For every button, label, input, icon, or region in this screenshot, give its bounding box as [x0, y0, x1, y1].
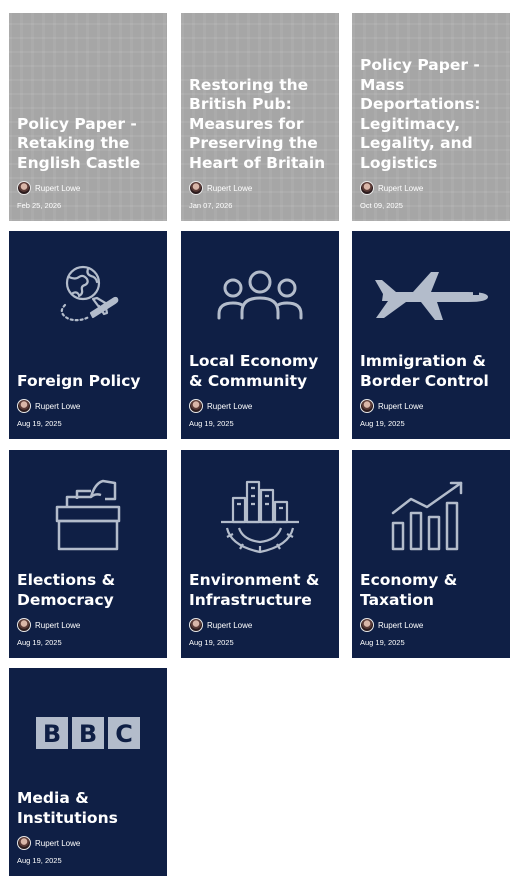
card-author: Rupert Lowe [189, 181, 252, 195]
card-date: Aug 19, 2025 [17, 638, 62, 647]
policy-card-grid: Policy Paper - Retaking the English Cast… [0, 0, 517, 876]
author-name: Rupert Lowe [35, 401, 81, 411]
topic-card-foreign-policy[interactable]: Foreign Policy Rupert Lowe Aug 19, 2025 [9, 231, 167, 439]
policy-card-british-pub[interactable]: Restoring the British Pub: Measures for … [181, 13, 339, 221]
bbc-logo-icon: B B C [9, 694, 167, 772]
policy-card-english-castle[interactable]: Policy Paper - Retaking the English Cast… [9, 13, 167, 221]
author-avatar [360, 618, 374, 632]
author-avatar [17, 181, 31, 195]
author-avatar [189, 181, 203, 195]
card-date: Aug 19, 2025 [360, 638, 405, 647]
card-title: Environment & Infrastructure [189, 571, 320, 609]
card-author: Rupert Lowe [360, 181, 423, 195]
card-author: Rupert Lowe [17, 836, 80, 850]
author-avatar [360, 181, 374, 195]
author-name: Rupert Lowe [378, 183, 424, 193]
author-name: Rupert Lowe [207, 183, 253, 193]
card-date: Aug 19, 2025 [360, 419, 405, 428]
author-name: Rupert Lowe [35, 838, 81, 848]
author-name: Rupert Lowe [378, 401, 424, 411]
card-title: Media & Institutions [17, 789, 118, 827]
bbc-letter: B [79, 720, 97, 748]
card-title: Immigration & Border Control [360, 352, 489, 390]
card-date: Feb 25, 2026 [17, 201, 62, 210]
airplane-icon [352, 257, 510, 335]
author-name: Rupert Lowe [35, 183, 81, 193]
card-date: Aug 19, 2025 [189, 638, 234, 647]
author-avatar [189, 399, 203, 413]
author-avatar [17, 618, 31, 632]
card-date: Aug 19, 2025 [17, 419, 62, 428]
card-author: Rupert Lowe [17, 618, 80, 632]
card-title: Elections & Democracy [17, 571, 116, 609]
people-icon [181, 257, 339, 335]
card-author: Rupert Lowe [189, 618, 252, 632]
card-date: Aug 19, 2025 [17, 856, 62, 865]
card-author: Rupert Lowe [189, 399, 252, 413]
bbc-letter: B [43, 720, 61, 748]
topic-card-media[interactable]: B B C Media & Institutions Rupert Lowe A… [9, 668, 167, 876]
card-author: Rupert Lowe [17, 399, 80, 413]
author-avatar [360, 399, 374, 413]
bbc-letter: C [115, 720, 133, 748]
card-title: Foreign Policy [17, 371, 141, 390]
topic-card-economy[interactable]: Economy & Taxation Rupert Lowe Aug 19, 2… [352, 450, 510, 658]
card-author: Rupert Lowe [17, 181, 80, 195]
card-title: Policy Paper - Mass Deportations: Legiti… [360, 56, 481, 172]
topic-card-local-economy[interactable]: Local Economy & Community Rupert Lowe Au… [181, 231, 339, 439]
topic-card-environment[interactable]: Environment & Infrastructure Rupert Lowe… [181, 450, 339, 658]
card-author: Rupert Lowe [360, 618, 423, 632]
topic-card-immigration[interactable]: Immigration & Border Control Rupert Lowe… [352, 231, 510, 439]
author-avatar [17, 399, 31, 413]
author-name: Rupert Lowe [378, 620, 424, 630]
author-avatar [17, 836, 31, 850]
city-gear-icon [181, 476, 339, 554]
card-date: Oct 09, 2025 [360, 201, 403, 210]
policy-card-mass-deportations[interactable]: Policy Paper - Mass Deportations: Legiti… [352, 13, 510, 221]
card-title: Local Economy & Community [189, 352, 319, 390]
ballot-box-icon [9, 476, 167, 554]
card-title: Restoring the British Pub: Measures for … [189, 75, 326, 172]
author-name: Rupert Lowe [207, 620, 253, 630]
card-title: Economy & Taxation [360, 571, 458, 609]
card-author: Rupert Lowe [360, 399, 423, 413]
card-date: Aug 19, 2025 [189, 419, 234, 428]
topic-card-elections[interactable]: Elections & Democracy Rupert Lowe Aug 19… [9, 450, 167, 658]
globe-plane-icon [9, 257, 167, 335]
card-title: Policy Paper - Retaking the English Cast… [17, 114, 141, 172]
author-name: Rupert Lowe [207, 401, 253, 411]
growth-chart-icon [352, 476, 510, 554]
author-avatar [189, 618, 203, 632]
author-name: Rupert Lowe [35, 620, 81, 630]
card-date: Jan 07, 2026 [189, 201, 233, 210]
